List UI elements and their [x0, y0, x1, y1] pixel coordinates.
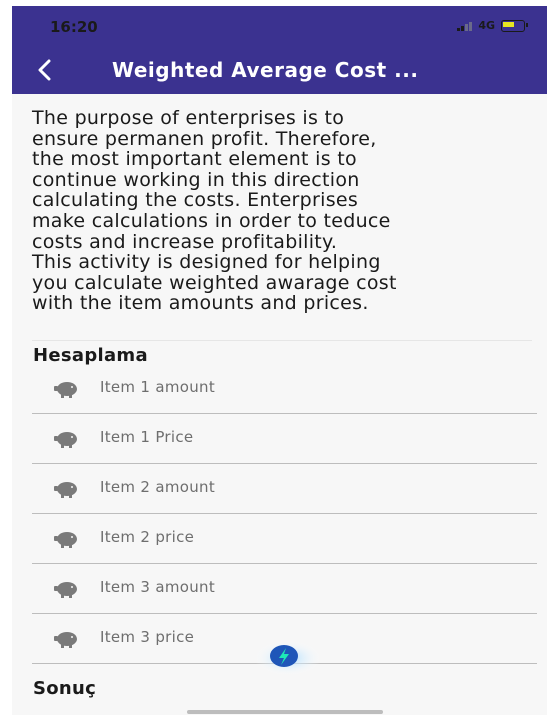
- input-row-item1-price[interactable]: Item 1 Price: [32, 414, 537, 464]
- input-row-item2-amount[interactable]: Item 2 amount: [32, 464, 537, 514]
- field-label: Item 1 amount: [100, 378, 216, 396]
- floating-action-button[interactable]: [252, 638, 322, 680]
- input-row-item2-price[interactable]: Item 2 price: [32, 514, 537, 564]
- piggy-bank-icon: [54, 532, 77, 548]
- lightning-icon: [254, 640, 322, 676]
- piggy-bank-icon: [54, 582, 77, 598]
- signal-icon: [457, 21, 473, 31]
- description-text: The purpose of enterprises is to ensure …: [32, 107, 397, 315]
- status-time: 16:20: [50, 18, 98, 36]
- battery-icon: [501, 19, 528, 32]
- field-label: Item 3 price: [100, 628, 195, 646]
- back-button[interactable]: [32, 56, 56, 84]
- field-label: Item 2 amount: [100, 478, 216, 496]
- phone-screen: 16:20 4G Weighted Average Cost ... The p…: [12, 6, 547, 715]
- input-list: Item 1 amount Item 1 Price Item 2 amount: [32, 364, 537, 664]
- chevron-left-icon: [38, 59, 51, 81]
- input-row-item1-amount[interactable]: Item 1 amount: [32, 364, 537, 414]
- section-title-hesaplama: Hesaplama: [33, 345, 148, 366]
- piggy-bank-icon: [54, 482, 77, 498]
- divider: [32, 340, 532, 341]
- field-label: Item 1 Price: [100, 428, 194, 446]
- piggy-bank-icon: [54, 382, 77, 398]
- piggy-bank-icon: [54, 632, 77, 648]
- home-indicator[interactable]: [187, 710, 383, 714]
- app-bar: 16:20 4G Weighted Average Cost ...: [12, 6, 547, 94]
- field-label: Item 3 amount: [100, 578, 216, 596]
- status-indicators: 4G: [457, 19, 528, 32]
- page-title: Weighted Average Cost ...: [112, 58, 419, 82]
- input-row-item3-amount[interactable]: Item 3 amount: [32, 564, 537, 614]
- field-label: Item 2 price: [100, 528, 195, 546]
- piggy-bank-icon: [54, 432, 77, 448]
- network-type: 4G: [478, 19, 495, 32]
- section-title-sonuc: Sonuç: [33, 678, 97, 699]
